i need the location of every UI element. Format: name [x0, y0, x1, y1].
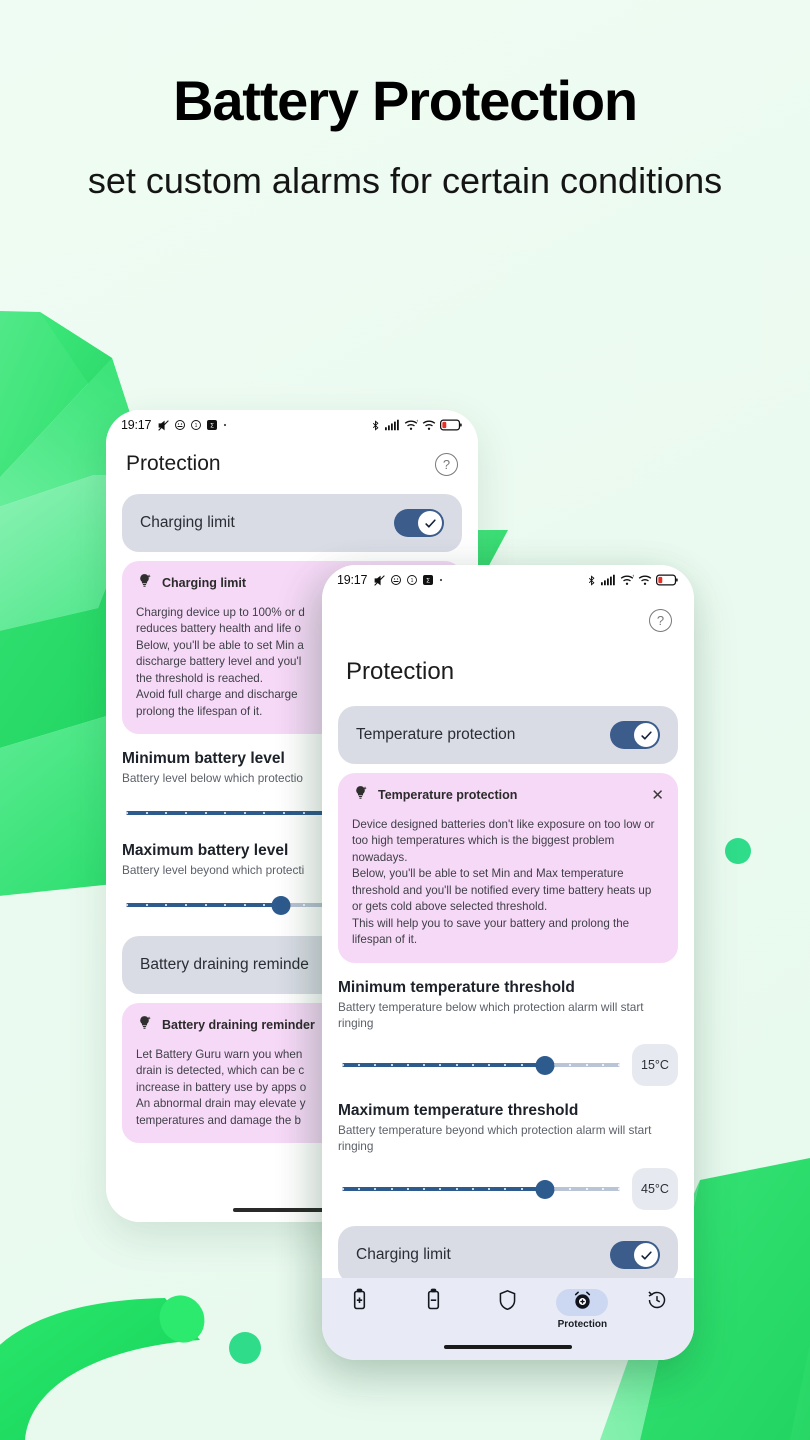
- min-temperature-slider[interactable]: [342, 1052, 620, 1078]
- alarm-plus-icon: [572, 1290, 593, 1316]
- slider-ticks: [342, 1063, 620, 1067]
- page-header: Battery Protection set custom alarms for…: [0, 70, 810, 203]
- lightbulb-icon: [136, 1014, 153, 1036]
- app-header-back: Protection ?: [106, 440, 478, 482]
- face-icon: [390, 574, 402, 586]
- toggle-knob: [418, 511, 442, 535]
- wifi-icon: [422, 419, 436, 431]
- battery-draining-label-back: Battery draining reminde: [140, 956, 309, 974]
- help-circle-icon[interactable]: ?: [435, 452, 458, 476]
- svg-text:Σ: Σ: [210, 422, 214, 430]
- dnd-icon: 1: [190, 419, 202, 431]
- max-temperature-slider[interactable]: [342, 1176, 620, 1202]
- dot-icon: [438, 577, 444, 583]
- sigma-icon: Σ: [422, 574, 434, 586]
- charging-limit-toggle-front[interactable]: [610, 1241, 660, 1270]
- svg-text:+: +: [632, 574, 634, 579]
- wifi-plus-icon: +: [620, 574, 634, 586]
- svg-text:1: 1: [411, 578, 414, 584]
- battery-low-icon: [440, 419, 462, 431]
- status-time: 19:17: [121, 418, 152, 432]
- page-title: Battery Protection: [173, 69, 638, 132]
- dnd-icon: 1: [406, 574, 418, 586]
- svg-text:1: 1: [195, 423, 198, 429]
- nav-item-shield[interactable]: [475, 1289, 541, 1316]
- nav-item-battery-minus[interactable]: [401, 1288, 467, 1317]
- bluetooth-icon: [370, 419, 381, 432]
- min-temperature-value: 15°C: [632, 1044, 678, 1087]
- wifi-icon: [638, 574, 652, 586]
- nav-item-battery-plus[interactable]: [326, 1288, 392, 1317]
- temperature-info-title: Temperature protection: [378, 788, 518, 802]
- temperature-protection-label: Temperature protection: [356, 726, 516, 743]
- cellular-signal-icon: [601, 574, 616, 586]
- nav-item-protection[interactable]: Protection: [549, 1289, 615, 1330]
- svg-text:Σ: Σ: [426, 577, 430, 585]
- bluetooth-icon: [586, 574, 597, 587]
- sigma-icon: Σ: [206, 419, 218, 431]
- slider-thumb[interactable]: [535, 1056, 555, 1076]
- lightbulb-icon: [136, 572, 153, 594]
- app-title-front: Protection: [322, 632, 694, 694]
- home-indicator-front: [444, 1344, 572, 1349]
- phone-front: 19:17 1 Σ +: [322, 565, 694, 1360]
- battery-low-icon: [656, 574, 678, 586]
- battery-minus-icon: [425, 1288, 442, 1317]
- battery-plus-icon: [351, 1288, 368, 1317]
- slider-thumb[interactable]: [271, 896, 291, 916]
- temperature-info-body: Device designed batteries don't like exp…: [352, 818, 655, 947]
- toggle-knob: [634, 723, 658, 747]
- bottom-navigation: Protection: [322, 1278, 694, 1360]
- green-dot-bottom: [229, 1332, 261, 1364]
- green-dot-right: [725, 838, 751, 864]
- temperature-protection-toggle[interactable]: [610, 721, 660, 749]
- slider-thumb[interactable]: [535, 1180, 555, 1200]
- charging-limit-row-front[interactable]: Charging limit: [338, 1226, 678, 1285]
- lightbulb-icon: [352, 784, 369, 806]
- shield-icon: [497, 1288, 518, 1317]
- face-icon: [174, 419, 186, 431]
- page-subtitle: set custom alarms for certain conditions: [87, 159, 723, 201]
- front-help-row: ?: [322, 595, 694, 632]
- temperature-info-card: Temperature protection ✕ Device designed…: [338, 773, 678, 963]
- status-time-front: 19:17: [337, 573, 368, 587]
- max-temperature-value: 45°C: [632, 1168, 678, 1211]
- svg-text:+: +: [416, 419, 418, 424]
- charging-limit-label-front: Charging limit: [356, 1246, 451, 1264]
- mute-icon: [373, 574, 386, 587]
- status-bar-back: 19:17 1 Σ: [106, 410, 478, 440]
- cellular-signal-icon: [385, 419, 400, 431]
- toggle-knob: [634, 1243, 658, 1268]
- app-title-back: Protection: [126, 452, 221, 475]
- nav-label-protection: Protection: [557, 1319, 608, 1330]
- min-temperature-desc: Battery temperature below which protecti…: [338, 999, 644, 1030]
- status-bar-front: 19:17 1 Σ +: [322, 565, 694, 595]
- charging-limit-toggle-back[interactable]: [394, 509, 444, 537]
- close-icon[interactable]: ✕: [651, 788, 664, 803]
- nav-item-history[interactable]: [624, 1289, 690, 1316]
- max-temperature-desc: Battery temperature beyond which protect…: [338, 1123, 652, 1154]
- min-temperature-title: Minimum temperature threshold: [338, 978, 575, 996]
- mute-icon: [157, 419, 170, 432]
- dot-icon: [222, 422, 228, 428]
- temperature-protection-row[interactable]: Temperature protection: [338, 706, 678, 764]
- help-circle-icon[interactable]: ?: [649, 609, 672, 632]
- charging-limit-row-back[interactable]: Charging limit: [122, 494, 462, 552]
- wifi-plus-icon: +: [404, 419, 418, 431]
- history-clock-icon: [646, 1288, 668, 1317]
- charging-limit-label-back: Charging limit: [140, 514, 235, 531]
- min-temperature-slider-row[interactable]: 15°C: [338, 1044, 678, 1087]
- max-temperature-title: Maximum temperature threshold: [338, 1102, 579, 1120]
- max-temperature-slider-row[interactable]: 45°C: [338, 1168, 678, 1211]
- slider-ticks: [342, 1187, 620, 1191]
